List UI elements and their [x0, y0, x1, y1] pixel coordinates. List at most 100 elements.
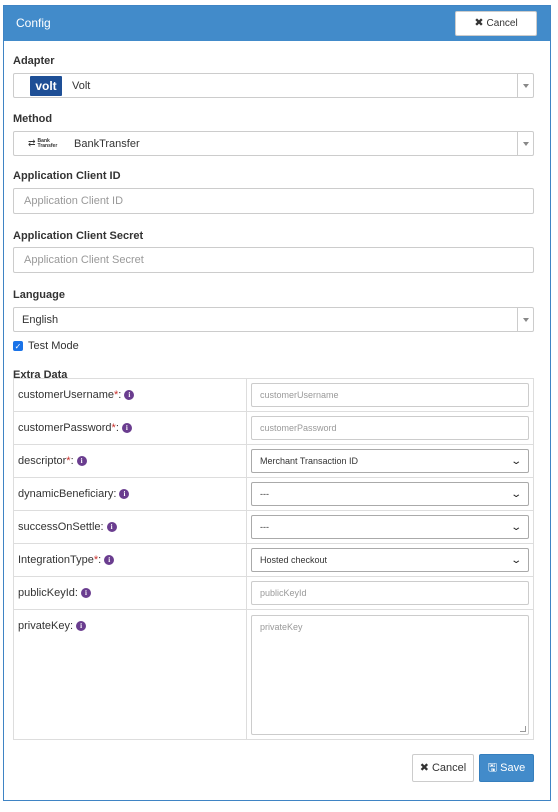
method-select[interactable]: ⇄ Bank Transfer BankTransfer — [13, 131, 534, 156]
extra-data-key-name: customerPassword — [18, 422, 112, 434]
close-icon: ✖ — [419, 761, 429, 774]
extra-data-row: customerUsername*: i customerUsername — [13, 378, 534, 412]
transfer-arrows-icon: ⇄ — [28, 138, 36, 148]
extra-data-key: dynamicBeneficiary: i — [13, 477, 247, 511]
extra-data-key-name: successOnSettle — [18, 521, 101, 533]
select-value: Merchant Transaction ID — [260, 456, 359, 466]
key-suffix: : — [118, 389, 122, 401]
save-button[interactable]: 🖫 Save — [479, 754, 534, 782]
select-value: Hosted checkout — [260, 555, 328, 565]
info-circle-icon[interactable]: i — [80, 588, 91, 599]
floppy-disk-icon: 🖫 — [487, 761, 498, 774]
language-label: Language — [13, 289, 65, 301]
client-id-input[interactable]: Application Client ID — [13, 188, 534, 214]
adapter-select[interactable]: volt Volt — [13, 73, 534, 98]
descriptor-select[interactable]: Merchant Transaction ID ⌄ — [251, 449, 529, 473]
chevron-down-icon: ⌄ — [509, 554, 522, 566]
chevron-down-icon: ⌄ — [509, 488, 522, 500]
extra-data-key-name: dynamicBeneficiary — [18, 488, 114, 500]
chevron-down-icon: ⌄ — [509, 455, 522, 467]
language-select[interactable]: English — [13, 307, 534, 332]
info-circle-icon[interactable]: i — [124, 390, 135, 401]
key-suffix: : — [113, 488, 117, 500]
extra-data-value-cell: publicKeyId — [246, 576, 534, 610]
footer-cancel-label: Cancel — [431, 762, 467, 774]
extra-data-row: dynamicBeneficiary: i --- ⌄ — [13, 477, 534, 511]
successOnSettle-select[interactable]: --- ⌄ — [251, 515, 529, 539]
volt-logo: volt — [30, 75, 62, 96]
bank-transfer-logo: ⇄ Bank Transfer — [28, 137, 58, 149]
extra-data-key: customerUsername*: i — [13, 378, 247, 412]
key-suffix: : — [74, 587, 78, 599]
test-mode-label: Test Mode — [28, 340, 79, 352]
extra-data-key-name: customerUsername — [18, 389, 114, 401]
resize-handle[interactable] — [520, 725, 526, 732]
caret-down-icon — [522, 83, 529, 88]
extra-data-row: customerPassword*: i customerPassword — [13, 411, 534, 445]
adapter-value: Volt — [72, 79, 91, 92]
extra-data-value-cell: --- ⌄ — [246, 477, 534, 511]
info-circle-icon[interactable]: i — [119, 489, 130, 500]
language-caret[interactable] — [517, 308, 533, 331]
client-secret-label: Application Client Secret — [13, 230, 144, 242]
close-icon: ✖ — [474, 17, 484, 29]
extra-data-row: descriptor*: i Merchant Transaction ID ⌄ — [13, 444, 534, 478]
IntegrationType-select[interactable]: Hosted checkout ⌄ — [251, 548, 529, 572]
extra-data-key-name: publicKeyId — [18, 587, 75, 599]
customerUsername-input[interactable]: customerUsername — [251, 383, 529, 407]
info-circle-icon[interactable]: i — [121, 423, 132, 434]
extra-data-value-cell: Hosted checkout ⌄ — [246, 543, 534, 577]
extra-data-table: customerUsername*: i customerUsername custo… — [13, 378, 534, 740]
extra-data-value-cell: customerPassword — [246, 411, 534, 445]
method-label: Method — [13, 113, 53, 125]
extra-data-key-name: descriptor — [18, 455, 67, 467]
extra-data-key-name: IntegrationType — [18, 554, 94, 566]
privateKey-textarea[interactable]: privateKey — [251, 614, 529, 735]
select-value: --- — [260, 489, 269, 499]
extra-data-key: descriptor*: i — [13, 444, 247, 478]
extra-data-key: privateKey: i — [13, 609, 247, 740]
extra-data-key: IntegrationType*: i — [13, 543, 247, 577]
caret-down-icon — [522, 317, 529, 322]
dynamicBeneficiary-select[interactable]: --- ⌄ — [251, 482, 529, 506]
textarea-placeholder: privateKey — [260, 621, 303, 632]
modal-title: Config — [16, 16, 51, 30]
key-suffix: : — [98, 554, 102, 566]
method-caret[interactable] — [517, 132, 533, 155]
adapter-caret[interactable] — [517, 74, 533, 97]
language-value: English — [22, 313, 59, 326]
extra-data-key: publicKeyId: i — [13, 576, 247, 610]
extra-data-key: successOnSettle: i — [13, 510, 247, 544]
info-circle-icon[interactable]: i — [106, 522, 117, 533]
extra-data-value-cell: Merchant Transaction ID ⌄ — [246, 444, 534, 478]
extra-data-value-cell: --- ⌄ — [246, 510, 534, 544]
key-suffix: : — [100, 521, 104, 533]
save-label: Save — [500, 762, 526, 774]
info-circle-icon[interactable]: i — [76, 621, 87, 632]
key-suffix: : — [70, 455, 74, 467]
key-suffix: : — [69, 620, 74, 632]
modal-header: Config ✖ Cancel — [4, 6, 550, 41]
client-secret-input[interactable]: Application Client Secret — [13, 247, 534, 273]
footer-cancel-button[interactable]: ✖ Cancel — [412, 754, 474, 782]
client-id-label: Application Client ID — [13, 170, 121, 182]
caret-down-icon — [522, 141, 529, 146]
test-mode-checkbox[interactable]: ✓ — [13, 341, 23, 351]
method-value: BankTransfer — [74, 137, 140, 150]
extra-data-row: successOnSettle: i --- ⌄ — [13, 510, 534, 544]
publicKeyId-input[interactable]: publicKeyId — [251, 581, 529, 605]
extra-data-value-cell: privateKey — [246, 609, 534, 740]
chevron-down-icon: ⌄ — [509, 521, 522, 533]
extra-data-row: privateKey: i privateKey — [13, 609, 534, 740]
extra-data-row: IntegrationType*: i Hosted checkout ⌄ — [13, 543, 534, 577]
adapter-label: Adapter — [13, 55, 55, 67]
extra-data-row: publicKeyId: i publicKeyId — [13, 576, 534, 610]
info-circle-icon[interactable]: i — [104, 555, 115, 566]
customerPassword-input[interactable]: customerPassword — [251, 416, 529, 440]
header-cancel-button[interactable]: ✖ Cancel — [455, 11, 537, 36]
key-suffix: : — [115, 422, 119, 434]
info-circle-icon[interactable]: i — [76, 456, 87, 467]
extra-data-key-name: privateKey — [18, 620, 70, 632]
test-mode-row: ✓ Test Mode — [13, 340, 79, 352]
extra-data-key: customerPassword*: i — [13, 411, 247, 445]
